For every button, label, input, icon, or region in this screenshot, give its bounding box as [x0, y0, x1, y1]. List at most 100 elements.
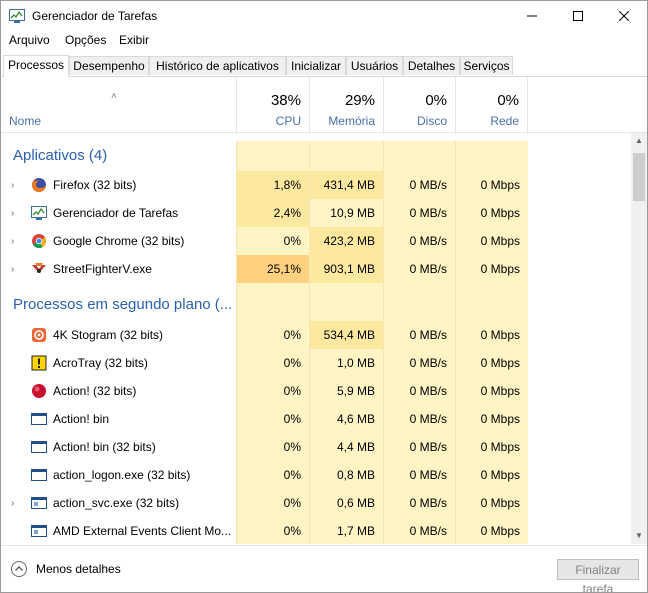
table-row[interactable]: › Gerenciador de Tarefas 2,4% 10,9 MB 0 … — [1, 199, 631, 227]
fewer-details-button[interactable] — [11, 561, 27, 577]
end-task-button[interactable]: Finalizar tarefa — [557, 559, 639, 592]
minimize-icon — [527, 15, 537, 17]
vertical-scrollbar[interactable]: ▲ ▼ — [631, 133, 647, 544]
task-manager-icon — [31, 206, 47, 220]
disk-value: 0 MB/s — [383, 255, 455, 283]
tab-usuarios[interactable]: Usuários — [346, 56, 403, 75]
group-header-background[interactable]: Processos em segundo plano (... — [1, 283, 631, 321]
column-cpu[interactable]: 38% CPU — [236, 77, 309, 132]
network-value: 0 Mbps — [455, 461, 528, 489]
stogram-icon — [32, 328, 46, 342]
memory-value: 0,8 MB — [309, 461, 383, 489]
table-row[interactable]: AcroTray (32 bits) 0% 1,0 MB 0 MB/s 0 Mb… — [1, 349, 631, 377]
memory-value: 534,4 MB — [309, 321, 383, 349]
network-value: 0 Mbps — [455, 321, 528, 349]
cpu-value: 0% — [236, 405, 309, 433]
disk-value: 0 MB/s — [383, 171, 455, 199]
process-name: Action! bin — [53, 412, 110, 426]
chrome-icon — [32, 234, 47, 249]
process-name: action_logon.exe (32 bits) — [53, 468, 191, 482]
network-value: 0 Mbps — [455, 227, 528, 255]
cpu-value: 0% — [236, 489, 309, 517]
memory-value: 903,1 MB — [309, 255, 383, 283]
maximize-button[interactable] — [555, 1, 601, 31]
scroll-up-icon[interactable]: ▲ — [635, 136, 643, 145]
cpu-value: 25,1% — [236, 255, 309, 283]
table-row[interactable]: Action! (32 bits) 0% 5,9 MB 0 MB/s 0 Mbp… — [1, 377, 631, 405]
process-name: Firefox (32 bits) — [53, 178, 137, 192]
chevron-up-icon — [15, 566, 23, 571]
table-row[interactable]: Action! bin 0% 4,6 MB 0 MB/s 0 Mbps — [1, 405, 631, 433]
tab-servicos[interactable]: Serviços — [460, 56, 513, 75]
tab-detalhes[interactable]: Detalhes — [403, 56, 460, 75]
close-button[interactable] — [601, 1, 647, 31]
network-value: 0 Mbps — [455, 255, 528, 283]
fewer-details-label[interactable]: Menos detalhes — [36, 562, 121, 576]
memory-value: 4,4 MB — [309, 433, 383, 461]
footer: Menos detalhes Finalizar tarefa — [1, 545, 647, 592]
cpu-value: 1,8% — [236, 171, 309, 199]
column-name[interactable]: Nome — [9, 114, 41, 128]
process-name: AcroTray (32 bits) — [53, 356, 148, 370]
menu-arquivo[interactable]: Arquivo — [9, 33, 50, 47]
disk-value: 0 MB/s — [383, 321, 455, 349]
table-row[interactable]: › StreetFighterV.exe 25,1% 903,1 MB 0 MB… — [1, 255, 631, 283]
chevron-right-icon[interactable]: › — [11, 264, 14, 275]
menu-opcoes[interactable]: Opções — [65, 33, 106, 47]
column-disk[interactable]: 0% Disco — [383, 77, 455, 132]
memory-value: 1,0 MB — [309, 349, 383, 377]
table-row[interactable]: 4K Stogram (32 bits) 0% 534,4 MB 0 MB/s … — [1, 321, 631, 349]
chevron-right-icon[interactable]: › — [11, 180, 14, 191]
table-row[interactable]: › Firefox (32 bits) 1,8% 431,4 MB 0 MB/s… — [1, 171, 631, 199]
network-total: 0% — [497, 92, 519, 109]
disk-value: 0 MB/s — [383, 489, 455, 517]
disk-value: 0 MB/s — [383, 199, 455, 227]
network-value: 0 Mbps — [455, 199, 528, 227]
cpu-value: 0% — [236, 377, 309, 405]
process-name: action_svc.exe (32 bits) — [53, 496, 180, 510]
tab-desempenho[interactable]: Desempenho — [69, 56, 149, 75]
table-row[interactable]: › action_svc.exe (32 bits) 0% 0,6 MB 0 M… — [1, 489, 631, 517]
disk-value: 0 MB/s — [383, 405, 455, 433]
process-list: Aplicativos (4) › Firefox (32 bits) 1,8%… — [1, 133, 631, 544]
window-app-icon — [31, 441, 47, 453]
minimize-button[interactable] — [509, 1, 555, 31]
sort-up-icon: ˄ — [111, 91, 117, 102]
column-network[interactable]: 0% Rede — [455, 77, 528, 132]
network-value: 0 Mbps — [455, 517, 528, 544]
disk-value: 0 MB/s — [383, 377, 455, 405]
disk-value: 0 MB/s — [383, 517, 455, 544]
memory-total: 29% — [344, 92, 375, 109]
memory-value: 0,6 MB — [309, 489, 383, 517]
chevron-right-icon[interactable]: › — [11, 208, 14, 219]
network-value: 0 Mbps — [455, 489, 528, 517]
process-name: StreetFighterV.exe — [53, 262, 152, 276]
chevron-right-icon[interactable]: › — [11, 236, 14, 247]
task-manager-icon — [9, 9, 25, 23]
memory-label: Memória — [328, 114, 375, 128]
menu-exibir[interactable]: Exibir — [119, 33, 149, 47]
tab-inicializar[interactable]: Inicializar — [286, 56, 346, 75]
scrollbar-thumb[interactable] — [633, 153, 645, 201]
table-row[interactable]: › Google Chrome (32 bits) 0% 423,2 MB 0 … — [1, 227, 631, 255]
tab-processos[interactable]: Processos — [3, 55, 69, 77]
column-header: ˄ Nome 38% CPU 29% Memória 0% Disco 0% R… — [1, 77, 647, 133]
cpu-value: 0% — [236, 433, 309, 461]
cpu-value: 0% — [236, 321, 309, 349]
cpu-value: 0% — [236, 461, 309, 489]
table-row[interactable]: Action! bin (32 bits) 0% 4,4 MB 0 MB/s 0… — [1, 433, 631, 461]
tab-historico-aplicativos[interactable]: Histórico de aplicativos — [149, 56, 286, 75]
cpu-value: 0% — [236, 517, 309, 544]
close-icon — [619, 11, 629, 21]
street-fighter-icon — [32, 263, 46, 273]
table-row[interactable]: AMD External Events Client Mo... 0% 1,7 … — [1, 517, 631, 544]
table-row[interactable]: action_logon.exe (32 bits) 0% 0,8 MB 0 M… — [1, 461, 631, 489]
scroll-down-icon[interactable]: ▼ — [635, 531, 643, 540]
service-icon — [31, 525, 47, 537]
chevron-right-icon[interactable]: › — [11, 498, 14, 509]
network-label: Rede — [490, 114, 519, 128]
cpu-value: 0% — [236, 349, 309, 377]
process-name: Gerenciador de Tarefas — [53, 206, 179, 220]
group-header-apps[interactable]: Aplicativos (4) — [1, 141, 631, 171]
column-memory[interactable]: 29% Memória — [309, 77, 383, 132]
